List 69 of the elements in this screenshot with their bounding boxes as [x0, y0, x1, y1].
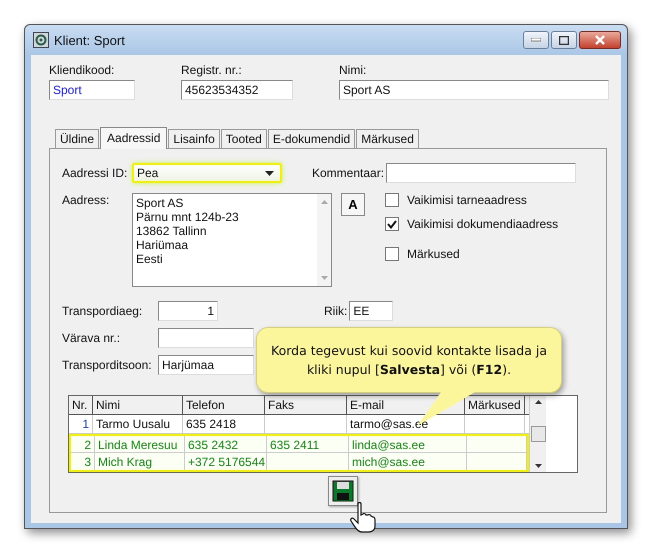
column-header[interactable]: Nr. [69, 396, 93, 414]
text-field[interactable]: Sport [49, 80, 135, 100]
field-label: Värava nr.: [62, 331, 122, 345]
callout-text: Korda tegevust kui soovid kontakte lisada ja kliki nupul [Salvesta] või (F12). [270, 342, 548, 379]
field-label: Kommentaar: [312, 166, 384, 180]
table-cell: mich@sas.ee [349, 453, 467, 470]
app-icon [33, 32, 49, 48]
maximize-button[interactable] [551, 31, 577, 49]
minimize-icon [531, 38, 541, 42]
scrollbar[interactable] [529, 396, 546, 472]
field-label: Aadress: [62, 193, 110, 207]
checkbox-label: Vaikimisi dokumendiaadress [407, 217, 558, 231]
table-cell: Tarmo Uusalu [93, 415, 183, 433]
tab[interactable]: Lisainfo [168, 129, 220, 148]
tab[interactable]: Märkused [356, 129, 419, 148]
checkbox-label: Vaikimisi tarneaadress [407, 193, 527, 207]
table-cell: 3 [71, 453, 95, 470]
text-field[interactable] [158, 328, 254, 348]
field-label: Transporditsoon: [62, 358, 153, 372]
checkmark-icon [387, 220, 397, 228]
field-label: Transpordiaeg: [62, 304, 144, 318]
address-id-dropdown[interactable]: Pea [132, 163, 282, 183]
field-label: Aadressi ID: [62, 166, 128, 180]
text-field[interactable]: Harjümaa [158, 355, 254, 375]
address-textarea[interactable]: Sport AS Pärnu mnt 124b-23 13862 Tallinn Hariümaa Eesti [132, 193, 332, 287]
checkbox[interactable] [385, 193, 399, 207]
hand-cursor-icon [350, 502, 378, 534]
text-field[interactable]: 45623534352 [181, 80, 293, 100]
table-cell: +372 5176544 [185, 453, 267, 470]
table-cell: 635 2418 [183, 415, 265, 433]
maximize-icon [559, 36, 569, 44]
text-field[interactable]: Sport AS [339, 80, 609, 100]
dropdown-arrow-icon [265, 170, 274, 176]
country-field[interactable]: EE [349, 301, 394, 321]
window-title: Klient: Sport [54, 32, 126, 48]
minimize-button[interactable] [523, 31, 549, 49]
save-button[interactable] [328, 476, 358, 506]
column-header[interactable]: Telefon [183, 396, 265, 414]
table-cell: Mich Krag [95, 453, 185, 470]
tab[interactable]: Tooted [220, 129, 267, 148]
tab[interactable]: E-dokumendid [268, 129, 356, 148]
tab[interactable]: Üldine [55, 129, 100, 148]
tab[interactable]: Aadressid [100, 127, 168, 149]
column-header[interactable]: Nimi [93, 396, 183, 414]
close-button[interactable] [579, 31, 621, 49]
scroll-down-icon [534, 464, 542, 468]
table-cell: 1 [69, 415, 93, 433]
field-label: Riik: [324, 304, 348, 318]
table-cell: 2 [71, 436, 95, 452]
scroll-thumb[interactable] [530, 426, 546, 442]
field-label: Registr. nr.: [181, 63, 243, 77]
checkbox-label: Märkused [407, 247, 460, 261]
comment-field[interactable] [386, 163, 576, 183]
table-cell: 635 2411 [267, 436, 349, 452]
field-label: Nimi: [339, 63, 368, 77]
field-label: Kliendikood: [49, 63, 116, 77]
checkbox[interactable] [385, 247, 399, 261]
scroll-down-icon [320, 276, 328, 280]
table-cell: 635 2432 [185, 436, 267, 452]
scrollbar[interactable] [317, 194, 331, 286]
text-field[interactable]: 1 [158, 301, 218, 321]
close-icon [594, 35, 606, 45]
scroll-up-icon [534, 400, 542, 404]
checkbox[interactable] [385, 217, 399, 231]
scroll-up-icon [320, 200, 328, 204]
column-header[interactable]: Faks [265, 396, 347, 414]
table-cell: Linda Meresuu [95, 436, 185, 452]
table-cell: linda@sas.ee [349, 436, 467, 452]
format-button[interactable]: A [341, 193, 365, 216]
